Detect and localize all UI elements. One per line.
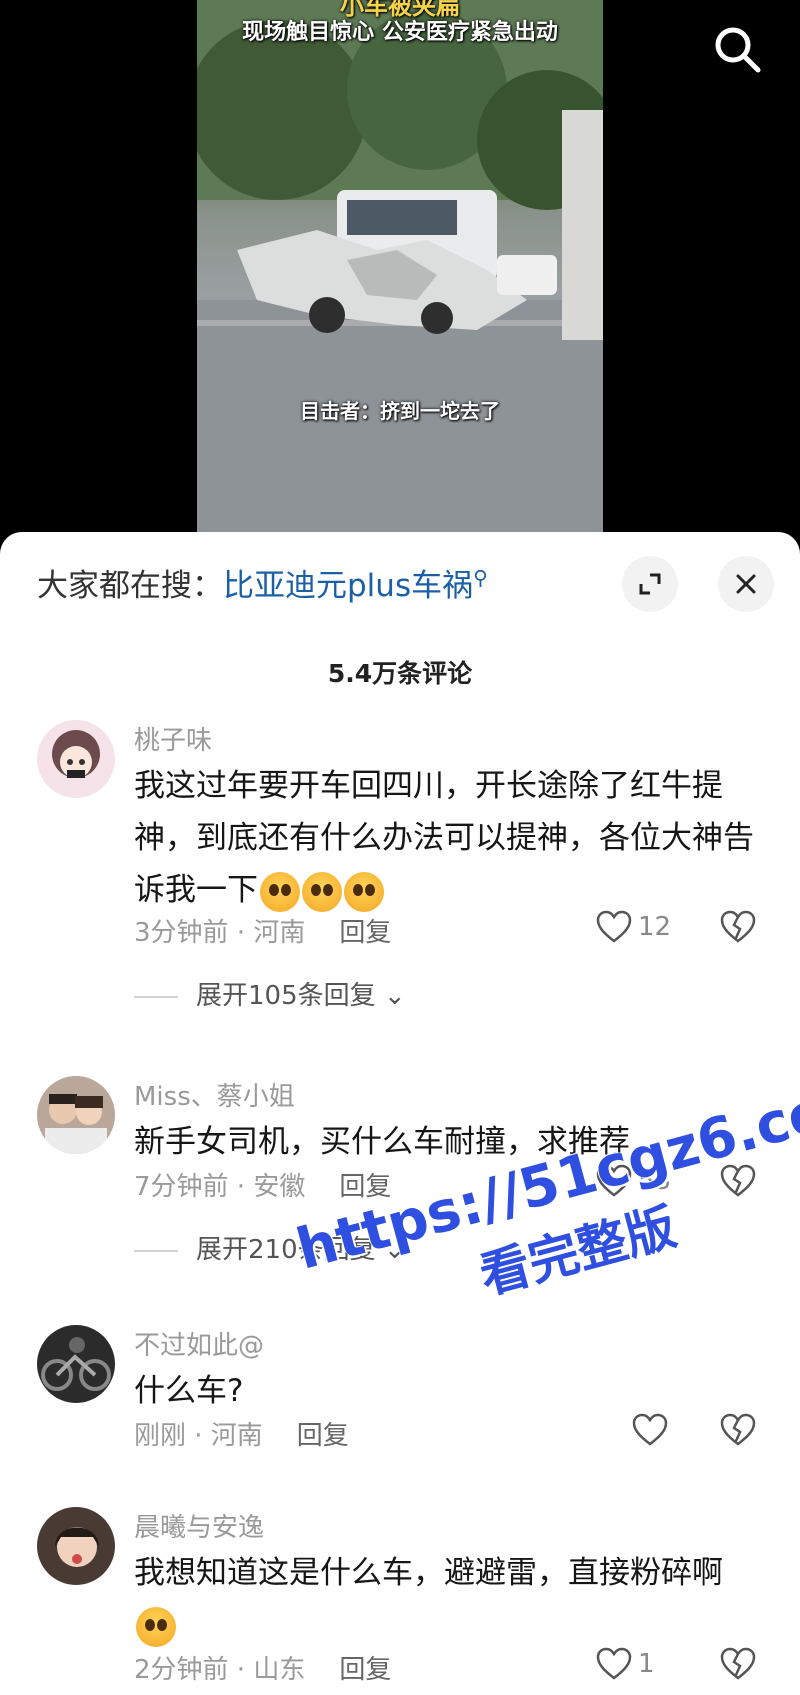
like-button[interactable] [632,1413,668,1453]
comment-username[interactable]: 晨曦与安逸 [134,1507,264,1544]
expand-replies-button[interactable]: 展开105条回复 ⌄ [134,975,406,1012]
comment-sheet: 大家都在搜：比亚迪元plus车祸⚲ 5.4万条评论 桃子味 我这过年要开车回四川… [0,532,800,1695]
comment-meta: 2分钟前 · 山东 回复 [134,1649,391,1686]
avatar[interactable] [37,1325,115,1403]
comment-text: 我这过年要开车回四川，开长途除了红牛提神，到底还有什么办法可以提神，各位大神告诉… [134,760,754,916]
divider [134,1249,178,1252]
like-button[interactable]: 53 [596,1164,671,1204]
crash-scene-image [197,0,603,535]
video-subtitle: 目击者：挤到一坨去了 [300,399,500,423]
reply-button[interactable]: 回复 [339,1172,391,1202]
comment-count: 5.4万条评论 [327,659,473,688]
comment-time-location: 7分钟前 · 安徽 [134,1172,306,1202]
comment-username[interactable]: 桃子味 [134,720,212,757]
close-icon [736,574,756,594]
broken-heart-icon [720,1164,756,1197]
chevron-down-icon: ⌄ [383,981,406,1011]
comment-time-location: 刚刚 · 河南 [134,1421,263,1451]
dislike-button[interactable] [720,1647,756,1685]
avatar[interactable] [37,720,115,798]
dislike-button[interactable] [720,1413,756,1451]
heart-icon [596,1164,632,1197]
trending-search-bar[interactable]: 大家都在搜：比亚迪元plus车祸⚲ [37,560,488,605]
broken-heart-icon [720,1647,756,1680]
heart-icon [632,1413,668,1446]
pleading-emoji-icon [260,871,300,912]
comment-text: 我想知道这是什么车，避避雷，直接粉碎啊 [134,1547,754,1651]
grin-sweat-emoji-icon [136,1606,176,1647]
pleading-emoji-icon [344,871,384,912]
trending-search-prefix: 大家都在搜： [37,568,223,604]
chevron-down-icon: ⌄ [383,1235,406,1265]
comment-meta: 7分钟前 · 安徽 回复 [134,1166,391,1203]
avatar[interactable] [37,1507,115,1585]
heart-icon [596,910,632,943]
comment-meta: 刚刚 · 河南 回复 [134,1415,349,1452]
pleading-emoji-icon [302,871,342,912]
comment-username[interactable]: 不过如此@ [134,1325,264,1362]
like-count: 12 [638,912,672,942]
like-button[interactable]: 1 [596,1647,655,1687]
small-search-icon: ⚲ [473,565,488,590]
comment-username[interactable]: Miss、蔡小姐 [134,1076,295,1113]
expand-button[interactable] [622,556,678,612]
avatar[interactable] [37,1076,115,1154]
like-button[interactable]: 12 [596,910,671,950]
comment-text: 什么车? [134,1373,244,1409]
reply-button[interactable]: 回复 [339,918,391,948]
comment-meta: 3分钟前 · 河南 回复 [134,912,391,949]
divider [134,995,178,998]
video-caption-line2: 现场触目惊心 公安医疗紧急出动 [242,20,558,45]
dislike-button[interactable] [720,910,756,948]
search-icon[interactable] [710,22,766,78]
reply-button[interactable]: 回复 [297,1421,349,1451]
broken-heart-icon [720,1413,756,1446]
like-count: 1 [638,1649,655,1679]
video-frame[interactable]: 小车被夹扁 现场触目惊心 公安医疗紧急出动 目击者：挤到一坨去了 [197,0,603,535]
expand-icon [639,573,661,595]
close-button[interactable] [718,556,774,612]
comment-time-location: 3分钟前 · 河南 [134,918,306,948]
trending-search-link[interactable]: 比亚迪元plus车祸 [223,568,473,604]
like-count: 53 [638,1166,672,1196]
video-player[interactable]: 小车被夹扁 现场触目惊心 公安医疗紧急出动 目击者：挤到一坨去了 [0,0,800,535]
heart-icon [596,1647,632,1680]
expand-replies-button[interactable]: 展开210条回复 ⌄ [134,1229,406,1266]
dislike-button[interactable] [720,1164,756,1202]
comment-text: 新手女司机，买什么车耐撞，求推荐 [134,1124,630,1160]
comment-time-location: 2分钟前 · 山东 [134,1655,306,1685]
reply-button[interactable]: 回复 [339,1655,391,1685]
broken-heart-icon [720,910,756,943]
